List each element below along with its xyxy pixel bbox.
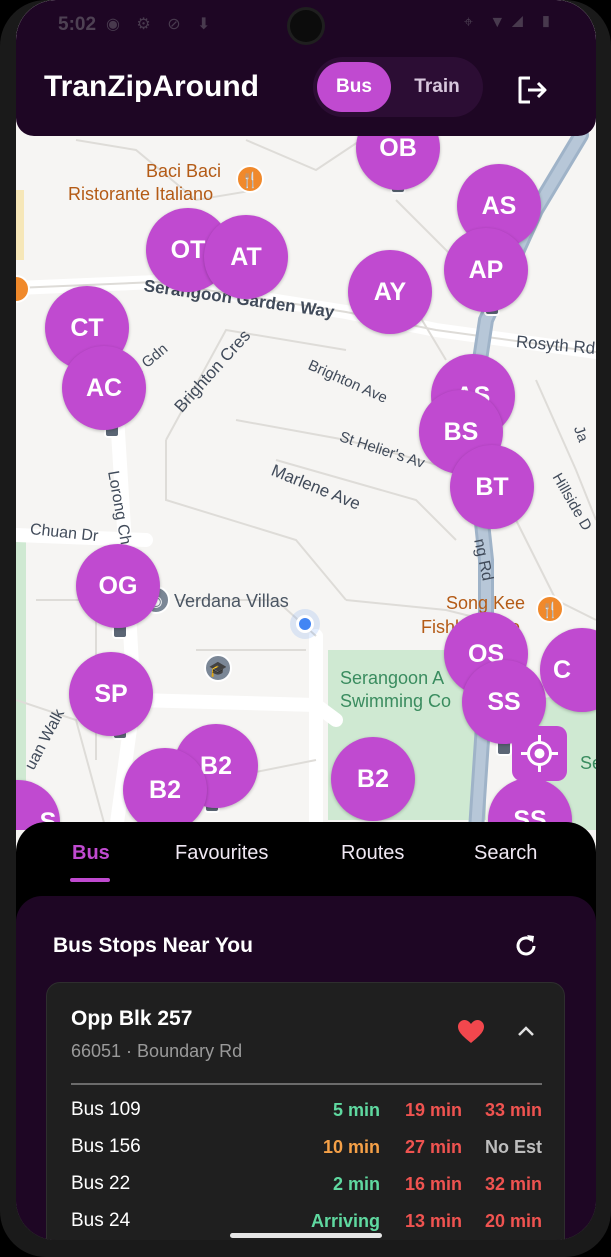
favourite-button[interactable] (457, 1019, 485, 1045)
nearby-section: Bus Stops Near You Opp Blk 257 66051 · B… (16, 896, 596, 1240)
nearby-title: Bus Stops Near You (53, 934, 253, 957)
restaurant-icon[interactable]: 🍴 (536, 595, 564, 623)
bus-service-row[interactable]: Bus 24 Arriving 13 min 20 min (71, 1206, 542, 1236)
refresh-icon (516, 935, 536, 956)
stop-marker[interactable]: OG (76, 544, 160, 628)
poi-swim-label-2: Swimming Co (340, 691, 452, 711)
stop-marker[interactable]: BT (450, 445, 534, 529)
collapse-button[interactable] (514, 1021, 538, 1041)
eta-next: Arriving (310, 1211, 380, 1231)
home-indicator[interactable] (230, 1233, 382, 1238)
stop-marker[interactable]: B2 (331, 737, 415, 821)
camera-cutout (290, 10, 322, 42)
tab-indicator (70, 878, 110, 882)
card-divider (71, 1083, 542, 1085)
bus-service-label: Bus 109 (71, 1099, 141, 1120)
eta-next: 2 min (332, 1174, 380, 1194)
transport-mode-toggle[interactable]: Bus Train (313, 57, 483, 117)
eta-second: 19 min (404, 1100, 462, 1120)
status-system-icons: ⌖ ▼◢ ▮ (463, 14, 558, 31)
eta-third: 33 min (484, 1100, 542, 1120)
bus-stop-card[interactable]: Opp Blk 257 66051 · Boundary Rd Bus 109 … (46, 982, 565, 1240)
chevron-up-icon (518, 1026, 534, 1036)
school-icon[interactable]: 🎓 (204, 654, 232, 682)
stop-marker[interactable]: AY (348, 250, 432, 334)
poi-se-label: Se (580, 753, 596, 773)
tab-routes[interactable]: Routes (341, 842, 404, 865)
poi-verdana-label: Verdana Villas (174, 591, 289, 611)
bottom-panel: Bus Favourites Routes Search Bus Stops N… (16, 822, 596, 1240)
restaurant-icon[interactable]: 🍴 (236, 165, 264, 193)
stop-marker[interactable]: AC (62, 346, 146, 430)
bus-service-label: Bus 156 (71, 1136, 141, 1157)
eta-next: 5 min (332, 1100, 380, 1120)
bus-service-label: Bus 22 (71, 1173, 131, 1194)
refresh-button[interactable] (512, 932, 540, 960)
eta-third: 32 min (484, 1174, 542, 1194)
screen: Baci Baci Ristorante Italiano 🍴 Verdana … (16, 0, 596, 1240)
app-title: TranZipAround (44, 70, 259, 103)
tab-favourites[interactable]: Favourites (175, 842, 268, 865)
phone-frame: Baci Baci Ristorante Italiano 🍴 Verdana … (0, 0, 611, 1257)
current-location-dot (296, 615, 314, 633)
poi-songkee-label-1: Song Kee (446, 593, 526, 613)
my-location-button[interactable] (512, 726, 567, 781)
stop-marker[interactable]: B2 (123, 748, 207, 830)
tab-bus[interactable]: Bus (72, 842, 110, 865)
poi-baci-label-2: Ristorante Italiano (68, 184, 214, 204)
tab-search[interactable]: Search (474, 842, 537, 865)
bus-service-label: Bus 24 (71, 1210, 131, 1231)
heart-icon (458, 1020, 484, 1043)
stop-marker[interactable]: AP (444, 228, 528, 312)
eta-second: 16 min (404, 1174, 462, 1194)
status-bar: 5:02 ◉ ⚙ ⊘ ⬇ ⌖ ▼◢ ▮ (16, 0, 596, 46)
crosshair-icon (521, 735, 558, 772)
eta-second: 13 min (404, 1211, 462, 1231)
logout-icon (518, 76, 547, 104)
eta-third: No Est (484, 1137, 542, 1157)
mode-train-button[interactable]: Train (395, 62, 479, 112)
status-notification-icons: ◉ ⚙ ⊘ ⬇ (106, 16, 217, 33)
status-time: 5:02 (58, 14, 97, 35)
mode-bus-button[interactable]: Bus (317, 62, 391, 112)
logout-button[interactable] (512, 70, 552, 110)
eta-next: 10 min (322, 1137, 380, 1157)
eta-third: 20 min (484, 1211, 542, 1231)
bus-service-row[interactable]: Bus 109 5 min 19 min 33 min (71, 1095, 542, 1125)
tab-bar: Bus Favourites Routes Search (16, 822, 596, 892)
stop-code-road: 66051 · Boundary Rd (71, 1041, 243, 1061)
bus-service-row[interactable]: Bus 22 2 min 16 min 32 min (71, 1169, 542, 1199)
poi-baci-label-1: Baci Baci (146, 161, 222, 181)
stop-marker[interactable]: SP (69, 652, 153, 736)
poi-swim-label-1: Serangoon A (340, 668, 445, 688)
eta-second: 27 min (404, 1137, 462, 1157)
stop-name: Opp Blk 257 (71, 1007, 193, 1030)
bus-service-row[interactable]: Bus 156 10 min 27 min No Est (71, 1132, 542, 1162)
stop-marker[interactable]: AT (204, 215, 288, 299)
